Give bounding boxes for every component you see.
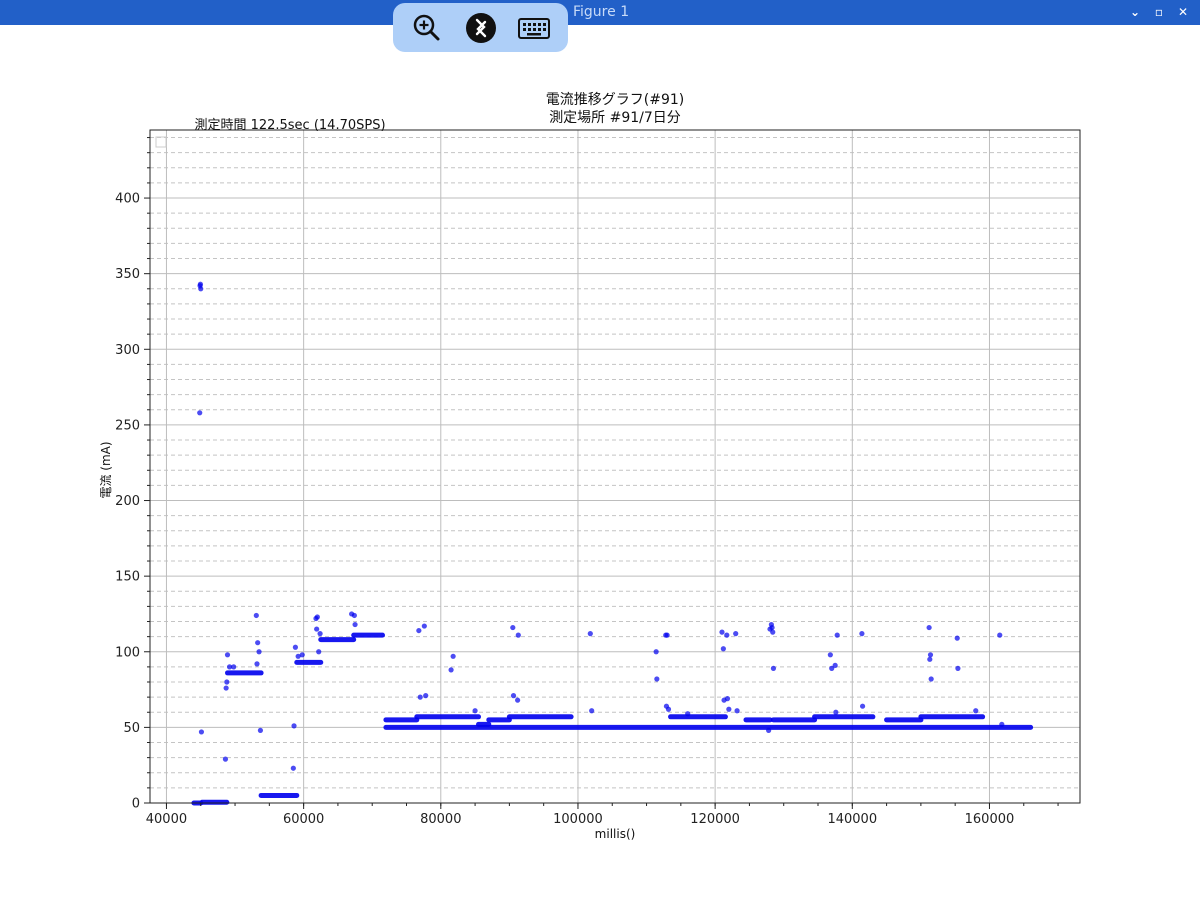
x-tick-label: 40000 (146, 812, 187, 827)
x-tick-label: 100000 (553, 812, 603, 827)
data-point (832, 662, 838, 668)
data-point (724, 632, 730, 638)
y-tick-label: 400 (115, 192, 140, 207)
data-point (299, 652, 305, 658)
data-point (834, 632, 840, 638)
data-point (724, 696, 731, 702)
data-point (222, 756, 229, 762)
data-point (685, 711, 691, 717)
data-point (654, 676, 660, 682)
y-tick-label: 0 (132, 797, 140, 812)
data-point (926, 624, 932, 631)
y-tick-label: 250 (115, 418, 140, 433)
plot-frame (149, 129, 1081, 804)
chart: 0 50 100 150 200 250 300 350 400 40000 60000 80000 1… (99, 92, 1081, 841)
data-point (448, 667, 454, 673)
data-point (927, 656, 933, 662)
data-point (955, 665, 961, 672)
y-tick-label: 150 (115, 570, 140, 585)
x-tick-label: 60000 (283, 812, 324, 827)
legend-box (155, 136, 167, 148)
data-point (665, 706, 672, 712)
data-point (450, 653, 456, 659)
data-point (257, 727, 264, 734)
data-point (726, 706, 732, 712)
data-point (417, 694, 423, 700)
data-point (231, 664, 237, 670)
data-point (416, 627, 422, 634)
y-axis-label: 電流 (mA) (99, 441, 113, 498)
data-point (515, 632, 521, 638)
data-point (256, 649, 262, 655)
data-point (352, 621, 358, 628)
data-point (317, 631, 323, 637)
y-tick-label: 200 (115, 494, 140, 509)
data-point (510, 693, 517, 699)
data-point (510, 624, 516, 631)
data-point (314, 626, 320, 632)
minor-grid (150, 137, 1080, 789)
data-point (421, 623, 427, 629)
major-grid (150, 130, 1080, 804)
data-point (833, 709, 839, 715)
data-point (973, 708, 979, 714)
data-point (859, 631, 865, 637)
data-point (253, 612, 259, 619)
y-tick-label: 350 (115, 267, 140, 282)
data-point (292, 644, 298, 650)
axis-ticks: 0 50 100 150 200 250 300 350 400 40000 60000 80000 1… (115, 137, 1059, 827)
y-tick-label: 100 (115, 645, 140, 660)
chart-subtitle: 測定場所 #91/7日分 (549, 110, 681, 126)
data-point (664, 632, 670, 638)
x-tick-label: 140000 (827, 812, 877, 827)
data-series (191, 281, 1034, 806)
data-point (997, 632, 1003, 638)
data-point (770, 665, 777, 672)
data-point (197, 281, 204, 287)
data-point (927, 652, 934, 658)
data-point (224, 679, 230, 685)
data-point (928, 676, 934, 682)
data-point (827, 652, 833, 658)
data-point (769, 624, 775, 631)
data-point (515, 697, 521, 703)
y-tick-label: 50 (123, 721, 140, 736)
data-point (766, 727, 772, 734)
chart-annotation: 測定時間 122.5sec (14.70SPS) (194, 118, 385, 133)
data-point (720, 646, 726, 652)
data-point (770, 629, 776, 635)
data-point (653, 649, 659, 655)
x-tick-label: 80000 (420, 812, 461, 827)
data-point (254, 661, 260, 667)
data-point (255, 640, 261, 646)
data-point (589, 708, 595, 714)
data-point (290, 765, 296, 771)
x-tick-label: 120000 (690, 812, 740, 827)
data-point (224, 652, 231, 658)
data-point (198, 286, 204, 292)
x-axis-label: millis() (595, 827, 636, 841)
data-point (954, 635, 960, 641)
y-tick-label: 300 (115, 343, 140, 358)
data-point (291, 723, 297, 729)
data-point (316, 649, 322, 655)
chart-title: 電流推移グラフ(#91) (546, 92, 684, 108)
data-point (859, 703, 866, 709)
data-point (733, 631, 739, 637)
data-point (472, 708, 478, 714)
data-point (198, 729, 205, 735)
data-point (999, 721, 1005, 727)
data-point (734, 708, 740, 714)
data-point (423, 693, 429, 699)
data-point (197, 410, 203, 416)
x-tick-label: 160000 (965, 812, 1015, 827)
data-point (587, 631, 593, 637)
data-point (314, 614, 320, 620)
data-point (719, 629, 725, 635)
data-point (223, 685, 229, 691)
data-point (351, 612, 357, 619)
